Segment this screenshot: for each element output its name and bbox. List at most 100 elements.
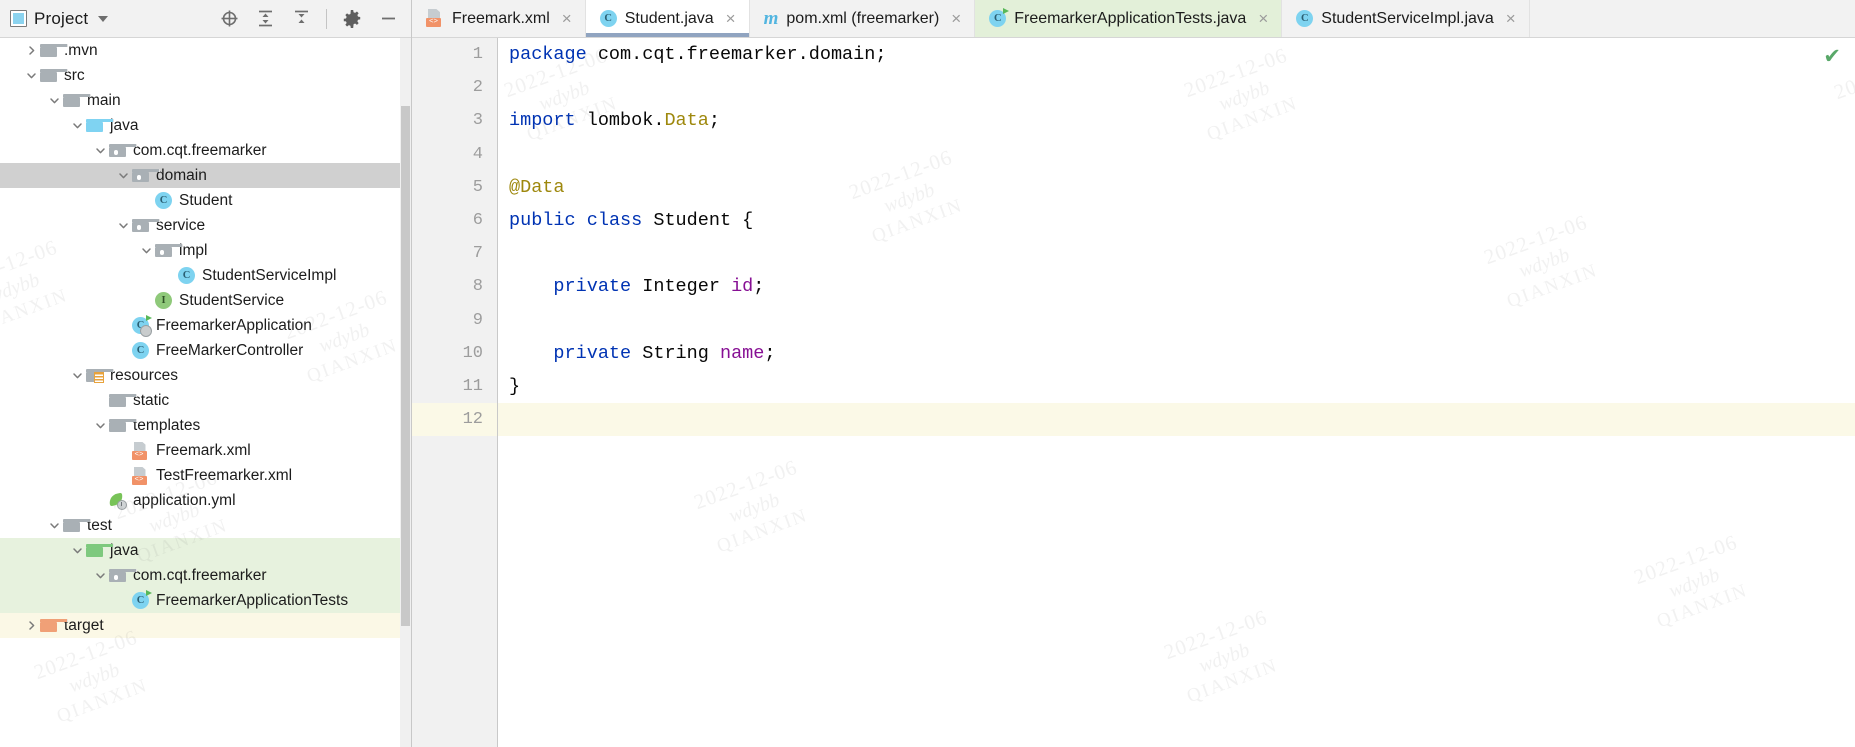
chevron-down-icon[interactable] [69,538,85,563]
chevron-right-icon[interactable] [23,38,39,63]
tree-node--mvn[interactable]: .mvn [0,38,411,63]
project-toolbar [218,8,405,30]
code-line[interactable] [498,304,1855,337]
chevron-down-icon[interactable] [46,88,62,113]
tree-node-java[interactable]: java [0,113,411,138]
project-tree-scroll-thumb[interactable] [401,106,410,626]
code-line[interactable]: private String name; [498,337,1855,370]
line-number[interactable]: 12 [412,403,497,437]
code-line[interactable]: } [498,370,1855,403]
tree-node-freemarkerapplicationtests[interactable]: C FreemarkerApplicationTests [0,588,411,613]
chevron-down-icon[interactable] [46,513,62,538]
tree-node-label: FreemarkerApplicationTests [156,592,349,609]
expand-all-icon[interactable] [254,8,276,30]
tree-node-service[interactable]: service [0,213,411,238]
chevron-down-icon[interactable] [115,213,131,238]
chevron-down-icon[interactable] [69,363,85,388]
editor-tab-freemark-xml[interactable]: <> Freemark.xml × [412,0,586,37]
tree-node-target[interactable]: target [0,613,411,638]
code-line[interactable]: public class Student { [498,204,1855,237]
tree-node-studentservice[interactable]: I StudentService [0,288,411,313]
code-line[interactable] [498,138,1855,171]
editor-tab-studentserviceimpl-java[interactable]: C StudentServiceImpl.java × [1282,0,1530,37]
tree-node-domain[interactable]: domain [0,163,411,188]
code-line[interactable]: @Data [498,171,1855,204]
tree-node-impl[interactable]: impl [0,238,411,263]
tree-node-com-cqt-freemarker[interactable]: com.cqt.freemarker [0,563,411,588]
editor-tab-pom-xml-freemarker-[interactable]: m pom.xml (freemarker) × [750,0,976,37]
close-icon[interactable]: × [1506,10,1516,27]
tree-node-studentserviceimpl[interactable]: C StudentServiceImpl [0,263,411,288]
code-line[interactable] [498,237,1855,270]
chevron-down-icon[interactable] [69,113,85,138]
line-number[interactable]: 7 [412,237,497,270]
editor-tab-freemarkerapplicationtests-java[interactable]: C FreemarkerApplicationTests.java × [975,0,1283,37]
line-number[interactable]: 8 [412,270,497,303]
project-title-group[interactable]: Project [10,9,109,29]
line-number[interactable]: 1 [412,38,497,71]
locate-icon[interactable] [218,8,240,30]
tree-node-test[interactable]: test [0,513,411,538]
code-editor[interactable]: 1 2 3 4 5 6 7 8 9 10 11 12 package com.cqt.freemark… [412,38,1855,747]
gear-icon[interactable] [341,8,363,30]
tree-node-src[interactable]: src [0,63,411,88]
tree-node-main[interactable]: main [0,88,411,113]
tree-node-freemarkerapplication[interactable]: C FreemarkerApplication [0,313,411,338]
close-icon[interactable]: × [1258,10,1268,27]
tree-node-templates[interactable]: templates [0,413,411,438]
editor-tab-label: Freemark.xml [452,9,550,27]
code-token: private [553,276,632,298]
chevron-down-icon[interactable] [138,238,154,263]
code-line[interactable]: package com.cqt.freemarker.domain; [498,38,1855,71]
line-number[interactable]: 11 [412,370,497,403]
line-number[interactable]: 6 [412,204,497,237]
collapse-all-icon[interactable] [290,8,312,30]
project-tree-scrollbar[interactable] [400,38,411,747]
chevron-down-icon[interactable] [23,63,39,88]
line-number[interactable]: 3 [412,104,497,137]
code-line[interactable] [498,71,1855,104]
code-token: ; [708,110,720,132]
java-class-icon: C [599,10,617,27]
code-token: private [553,342,632,364]
line-number[interactable]: 2 [412,71,497,104]
tree-node-label: service [156,217,206,234]
tree-node-resources[interactable]: resources [0,363,411,388]
editor-vertical-scrollbar[interactable] [1842,38,1855,747]
code-token: lombok. [575,110,665,132]
tree-node-freemark-xml[interactable]: <> Freemark.xml [0,438,411,463]
inspection-status-icon[interactable]: ✔ [1823,46,1841,67]
chevron-down-icon[interactable] [92,413,108,438]
tree-node-freemarkercontroller[interactable]: C FreeMarkerController [0,338,411,363]
code-content[interactable]: package com.cqt.freemarker.domain; impor… [498,38,1855,747]
code-token: ; [764,342,776,364]
minimize-icon[interactable] [377,8,399,30]
tree-node-label: com.cqt.freemarker [133,142,267,159]
chevron-down-icon[interactable] [98,15,109,22]
project-tree[interactable]: .mvn src main java com.cqt.freemarker domain C… [0,38,411,747]
code-token: Student { [642,209,754,231]
spring-application-class-icon: C [131,315,152,337]
close-icon[interactable]: × [951,10,961,27]
code-line[interactable]: private Integer id; [498,270,1855,303]
code-line[interactable] [498,403,1855,437]
tree-node-student[interactable]: C Student [0,188,411,213]
chevron-right-icon[interactable] [23,613,39,638]
close-icon[interactable]: × [726,10,736,27]
tree-node-application-yml[interactable]: application.yml [0,488,411,513]
line-number[interactable]: 9 [412,304,497,337]
tree-node-testfreemarker-xml[interactable]: <> TestFreemarker.xml [0,463,411,488]
java-runnable-class-icon: C [989,8,1010,27]
editor-tab-student-java[interactable]: C Student.java × [585,0,750,37]
chevron-down-icon[interactable] [92,563,108,588]
code-line[interactable]: import lombok.Data; [498,104,1855,137]
tree-node-java[interactable]: java [0,538,411,563]
line-number[interactable]: 5 [412,171,497,204]
tree-node-com-cqt-freemarker[interactable]: com.cqt.freemarker [0,138,411,163]
line-number[interactable]: 10 [412,337,497,370]
close-icon[interactable]: × [562,10,572,27]
chevron-down-icon[interactable] [115,163,131,188]
chevron-down-icon[interactable] [92,138,108,163]
tree-node-static[interactable]: static [0,388,411,413]
line-number[interactable]: 4 [412,138,497,171]
